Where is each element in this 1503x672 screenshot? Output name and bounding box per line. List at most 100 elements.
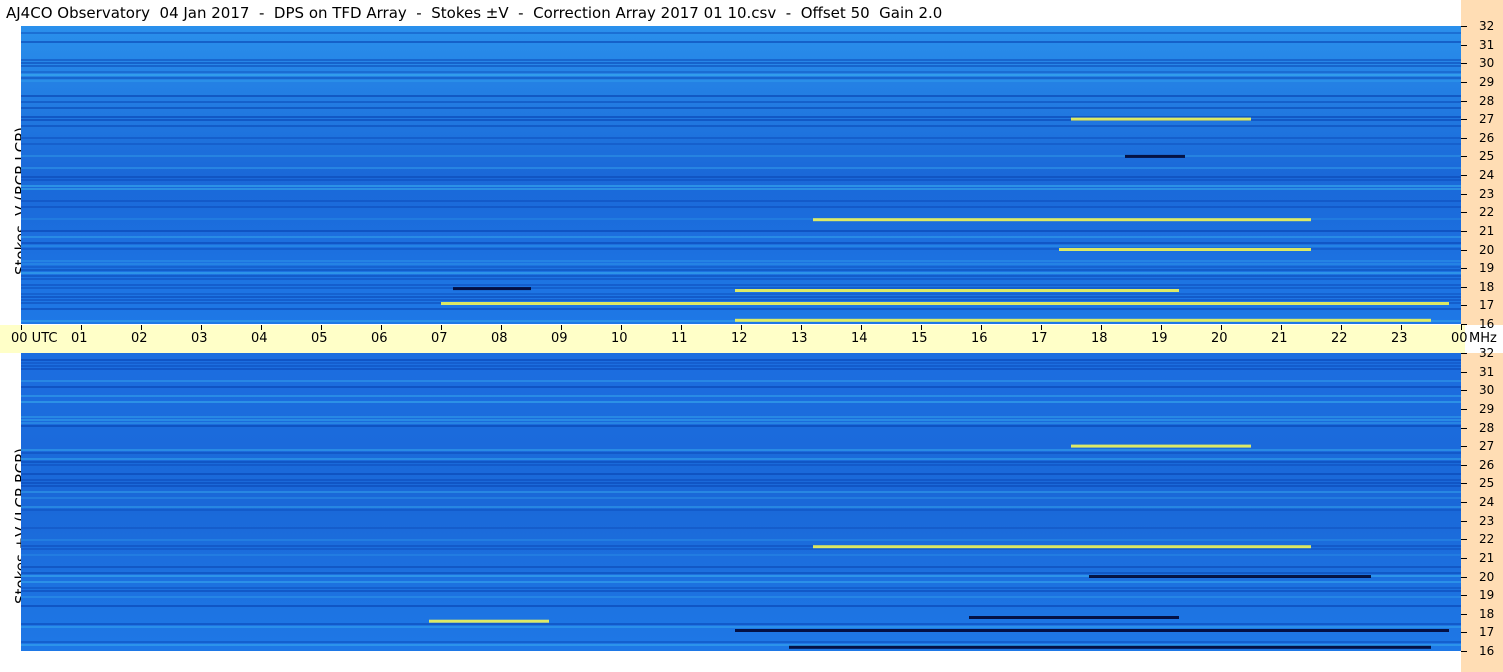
- noise-band: [21, 491, 1461, 493]
- emission-feature: [969, 616, 1179, 619]
- freq-tick-mark: [1461, 249, 1467, 251]
- emission-feature: [1059, 248, 1311, 251]
- chart-title: AJ4CO Observatory 04 Jan 2017 - DPS on T…: [6, 4, 943, 22]
- time-tick-mark: [561, 325, 562, 330]
- noise-band: [21, 566, 1461, 568]
- noise-band: [21, 80, 1461, 82]
- noise-band: [21, 416, 1461, 418]
- noise-band: [21, 284, 1461, 286]
- noise-band: [21, 581, 1461, 583]
- time-tick-mark: [381, 325, 382, 330]
- freq-tick-label: 29: [1479, 74, 1495, 89]
- time-tick-mark: [1401, 325, 1402, 330]
- emission-feature: [1089, 575, 1371, 578]
- time-tick-label: 02: [131, 331, 148, 346]
- time-tick-mark: [261, 325, 262, 330]
- emission-feature: [735, 318, 1431, 322]
- time-tick-mark: [141, 325, 142, 330]
- time-tick-label: 03: [191, 331, 208, 346]
- noise-band: [21, 188, 1461, 190]
- freq-tick-label: 23: [1479, 186, 1495, 201]
- time-tick-mark: [861, 325, 862, 330]
- freq-tick-mark: [1461, 464, 1467, 466]
- time-tick-label: 06: [371, 331, 388, 346]
- emission-feature: [789, 645, 1431, 649]
- time-tick-mark: [1461, 325, 1462, 330]
- noise-band: [21, 263, 1461, 265]
- time-tick-mark: [501, 325, 502, 330]
- freq-tick-mark: [1461, 539, 1467, 541]
- noise-band: [21, 137, 1461, 139]
- time-tick-label: 00: [1451, 331, 1468, 346]
- emission-feature: [1071, 117, 1251, 121]
- noise-band: [21, 380, 1461, 382]
- noise-band: [21, 176, 1461, 178]
- emission-feature: [453, 287, 531, 291]
- freq-tick-label: 17: [1479, 625, 1495, 640]
- noise-band: [21, 554, 1461, 556]
- noise-band: [21, 596, 1461, 598]
- noise-band: [21, 287, 1461, 289]
- frequency-axis-bottom: 32 31 30 29 28 27 26 25 24 23 22 21 20 19 18 17 16: [1461, 346, 1503, 672]
- time-tick-mark: [981, 325, 982, 330]
- time-tick-label: 04: [251, 331, 268, 346]
- freq-tick-label: 19: [1479, 261, 1495, 276]
- time-tick-mark: [21, 325, 22, 330]
- noise-band: [21, 605, 1461, 607]
- noise-band: [21, 32, 1461, 34]
- freq-tick-mark: [1461, 427, 1467, 429]
- time-tick-label: 05: [311, 331, 328, 346]
- time-tick-mark: [81, 325, 82, 330]
- time-tick-mark: [801, 325, 802, 330]
- noise-band: [21, 497, 1461, 499]
- freq-tick-mark: [1461, 212, 1467, 214]
- freq-tick-mark: [1461, 286, 1467, 288]
- time-tick-mark: [681, 325, 682, 330]
- freq-tick-mark: [1461, 63, 1467, 65]
- noise-band: [21, 299, 1461, 301]
- time-tick-mark: [321, 325, 322, 330]
- noise-band: [21, 422, 1461, 424]
- freq-tick-label: 31: [1479, 364, 1495, 379]
- freq-tick-label: 32: [1479, 346, 1495, 360]
- noise-band: [21, 71, 1461, 73]
- freq-tick-label: 31: [1479, 37, 1495, 52]
- freq-tick-label: 18: [1479, 606, 1495, 621]
- time-tick-mark: [201, 325, 202, 330]
- freq-tick-label: 28: [1479, 93, 1495, 108]
- noise-band: [21, 485, 1461, 487]
- noise-band: [21, 641, 1461, 643]
- noise-band: [21, 449, 1461, 451]
- noise-band: [21, 365, 1461, 367]
- noise-band: [21, 167, 1461, 169]
- noise-band: [21, 461, 1461, 463]
- freq-tick-mark: [1461, 156, 1467, 158]
- freq-tick-mark: [1461, 175, 1467, 176]
- noise-band: [21, 155, 1461, 157]
- time-tick-mark: [441, 325, 442, 330]
- noise-band: [21, 230, 1461, 232]
- freq-tick-label: 27: [1479, 112, 1495, 127]
- noise-band: [21, 143, 1461, 145]
- frequency-axis-top: 32 31 30 29 28 27 26 25 24 23 22 21 20 19 18 17 16: [1461, 0, 1503, 331]
- freq-tick-mark: [1461, 408, 1467, 410]
- noise-band: [21, 395, 1461, 397]
- spectrogram-bottom: [21, 353, 1461, 651]
- noise-band: [21, 509, 1461, 511]
- noise-band: [21, 359, 1461, 361]
- time-tick-label: 20: [1211, 331, 1228, 346]
- noise-band: [21, 269, 1461, 271]
- freq-tick-label: 21: [1479, 223, 1495, 238]
- noise-band: [21, 362, 1461, 364]
- freq-tick-mark: [1461, 100, 1467, 102]
- noise-band: [21, 260, 1461, 262]
- emission-feature: [429, 619, 549, 623]
- emission-feature: [1125, 154, 1185, 158]
- noise-band: [21, 644, 1461, 646]
- freq-tick-mark: [1461, 390, 1467, 392]
- noise-band: [21, 548, 1461, 550]
- emission-feature: [441, 302, 1449, 305]
- noise-band: [21, 74, 1461, 76]
- noise-band: [21, 125, 1461, 127]
- freq-tick-mark: [1461, 502, 1467, 503]
